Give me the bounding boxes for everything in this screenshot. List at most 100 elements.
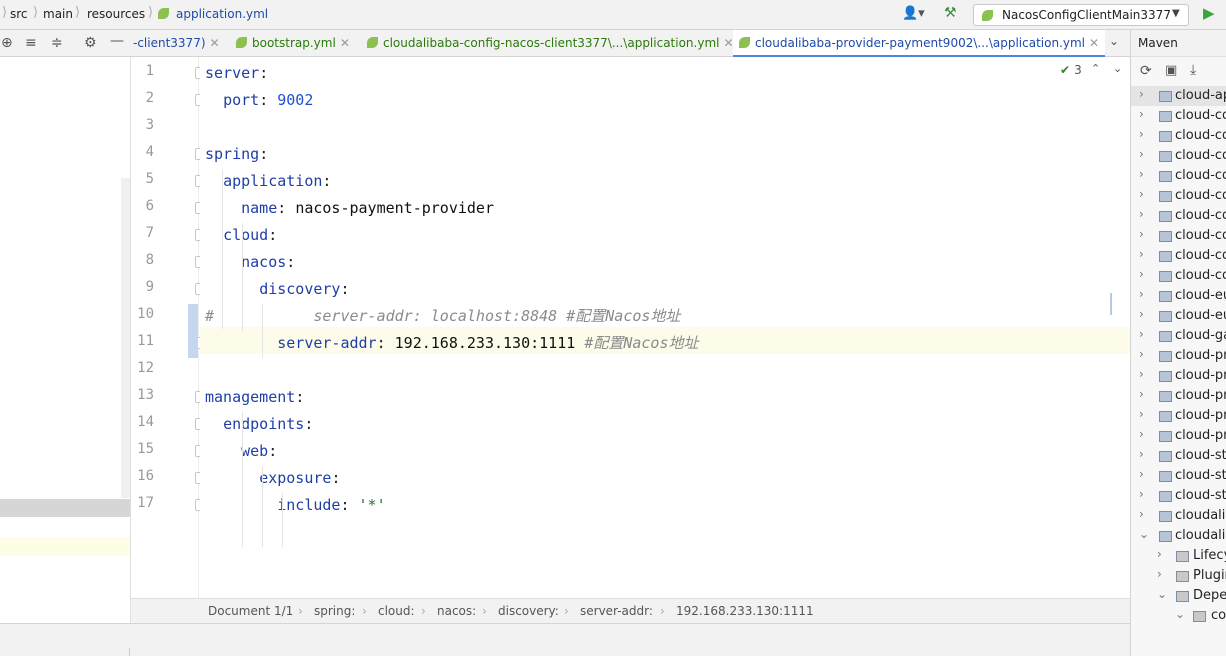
- maven-project-item[interactable]: › cloud-co: [1131, 166, 1226, 186]
- chevron-right-icon: ⟩: [148, 5, 154, 20]
- maven-project-item[interactable]: › cloud-str: [1131, 466, 1226, 486]
- chevron-right-icon[interactable]: ›: [1139, 367, 1144, 381]
- close-icon[interactable]: ✕: [1089, 36, 1099, 50]
- maven-project-item[interactable]: › cloud-pro: [1131, 366, 1226, 386]
- maven-project-item[interactable]: › cloudalib: [1131, 506, 1226, 526]
- maven-child-item[interactable]: › Lifecyc: [1131, 546, 1226, 566]
- maven-module-icon: [1159, 331, 1172, 342]
- maven-project-label: cloud-co: [1175, 208, 1226, 223]
- refresh-icon[interactable]: ⟳: [1140, 63, 1152, 79]
- run-config-select[interactable]: NacosConfigClientMain3377 ▼: [973, 4, 1189, 26]
- chevron-right-icon[interactable]: ›: [1139, 247, 1144, 261]
- maven-project-item[interactable]: › cloud-pro: [1131, 406, 1226, 426]
- chevron-down-icon[interactable]: ⌄: [1157, 587, 1167, 601]
- status-cloud[interactable]: cloud:: [378, 604, 415, 618]
- chevron-right-icon[interactable]: ›: [1139, 227, 1144, 241]
- indent-guide: [242, 412, 243, 547]
- maven-project-item[interactable]: › cloud-co: [1131, 126, 1226, 146]
- maven-module-icon: [1159, 91, 1172, 102]
- maven-project-item[interactable]: › cloud-str: [1131, 446, 1226, 466]
- next-highlight-icon[interactable]: ⌄: [1113, 62, 1122, 75]
- add-folder-icon[interactable]: ▣: [1165, 63, 1177, 78]
- maven-project-item[interactable]: › cloud-ap: [1131, 86, 1226, 106]
- chevron-right-icon[interactable]: ›: [1139, 287, 1144, 301]
- chevron-right-icon[interactable]: ›: [1139, 487, 1144, 501]
- maven-project-item[interactable]: › cloud-pro: [1131, 426, 1226, 446]
- maven-project-item[interactable]: › cloud-co: [1131, 146, 1226, 166]
- maven-project-item[interactable]: › cloud-pro: [1131, 346, 1226, 366]
- chevron-right-icon[interactable]: ›: [1157, 547, 1162, 561]
- chevron-right-icon[interactable]: ›: [1157, 567, 1162, 581]
- maven-project-item[interactable]: › cloud-eu: [1131, 286, 1226, 306]
- hide-icon[interactable]: —: [110, 33, 124, 49]
- chevron-right-icon[interactable]: ›: [1139, 307, 1144, 321]
- chevron-right-icon[interactable]: ›: [1139, 107, 1144, 121]
- prev-highlight-icon[interactable]: ⌃: [1091, 62, 1100, 75]
- breadcrumb-src[interactable]: src: [10, 7, 28, 21]
- tab-client3377[interactable]: -client3377) ✕: [131, 30, 220, 57]
- chevron-right-icon[interactable]: ›: [1139, 267, 1144, 281]
- breadcrumb-file[interactable]: application.yml: [176, 7, 268, 21]
- collapse-all-icon[interactable]: ≑: [51, 35, 63, 51]
- chevron-right-icon[interactable]: ›: [1139, 327, 1144, 341]
- chevron-right-icon[interactable]: ›: [1139, 387, 1144, 401]
- chevron-right-icon[interactable]: ›: [1139, 167, 1144, 181]
- gear-icon[interactable]: ⚙: [84, 35, 97, 51]
- close-icon[interactable]: ✕: [210, 36, 220, 50]
- chevron-down-icon[interactable]: ⌄: [1139, 527, 1149, 541]
- yaml-file-icon: [236, 37, 247, 48]
- maven-project-item[interactable]: › cloud-co: [1131, 266, 1226, 286]
- maven-project-item[interactable]: › cloud-pro: [1131, 386, 1226, 406]
- chevron-right-icon[interactable]: ›: [1139, 187, 1144, 201]
- tab-list-chevron-icon[interactable]: ⌄: [1109, 34, 1119, 48]
- maven-child-item[interactable]: › Plugin: [1131, 566, 1226, 586]
- status-spring[interactable]: spring:: [314, 604, 355, 618]
- maven-project-item[interactable]: › cloud-co: [1131, 246, 1226, 266]
- chevron-right-icon[interactable]: ›: [1139, 407, 1144, 421]
- locate-icon[interactable]: ⊕: [1, 35, 13, 51]
- tab-config-client-application[interactable]: cloudalibaba-config-nacos-client3377\...…: [367, 30, 734, 57]
- chevron-right-icon[interactable]: ›: [1139, 87, 1144, 101]
- status-document[interactable]: Document 1/1: [208, 604, 293, 618]
- run-icon[interactable]: ▶: [1203, 4, 1215, 22]
- line-number: 3: [145, 117, 154, 133]
- status-nacos[interactable]: nacos:: [437, 604, 476, 618]
- maven-project-item[interactable]: › cloud-co: [1131, 206, 1226, 226]
- code-editor[interactable]: ✔ 3 ⌃ ⌄ server: port: 9002 spring: applica…: [200, 57, 1130, 598]
- chevron-right-icon[interactable]: ›: [1139, 127, 1144, 141]
- build-hammer-icon[interactable]: ⚒: [944, 5, 957, 21]
- maven-project-item[interactable]: › cloud-eu: [1131, 306, 1226, 326]
- selected-row[interactable]: [0, 499, 130, 517]
- breadcrumb-resources[interactable]: resources: [87, 7, 145, 21]
- chevron-right-icon[interactable]: ›: [1139, 347, 1144, 361]
- download-icon[interactable]: ⤓: [1190, 62, 1196, 78]
- maven-project-item[interactable]: ⌄ cloudalib: [1131, 526, 1226, 546]
- status-discovery[interactable]: discovery:: [498, 604, 559, 618]
- chevron-right-icon[interactable]: ›: [1139, 507, 1144, 521]
- close-icon[interactable]: ✕: [340, 36, 350, 50]
- maven-project-item[interactable]: › cloud-co: [1131, 186, 1226, 206]
- chevron-right-icon[interactable]: ›: [1139, 427, 1144, 441]
- maven-module-icon: [1159, 271, 1172, 282]
- maven-project-item[interactable]: › cloud-str: [1131, 486, 1226, 506]
- maven-project-label: cloudalib: [1175, 528, 1226, 543]
- user-icon[interactable]: 👤▾: [902, 6, 925, 21]
- chevron-right-icon[interactable]: ›: [1139, 467, 1144, 481]
- chevron-right-icon[interactable]: ›: [1139, 447, 1144, 461]
- maven-child-item[interactable]: ⌄ Depen: [1131, 586, 1226, 606]
- chevron-right-icon[interactable]: ›: [1139, 147, 1144, 161]
- chevron-down-icon[interactable]: ⌄: [1175, 607, 1185, 621]
- maven-project-item[interactable]: › cloud-co: [1131, 106, 1226, 126]
- maven-project-item[interactable]: › cloud-ga: [1131, 326, 1226, 346]
- tab-bootstrap[interactable]: bootstrap.yml ✕: [236, 30, 350, 57]
- tab-provider-payment-application[interactable]: cloudalibaba-provider-payment9002\...\ap…: [733, 30, 1106, 57]
- chevron-right-icon[interactable]: ›: [1139, 207, 1144, 221]
- status-server-addr[interactable]: server-addr:: [580, 604, 653, 618]
- expand-all-icon[interactable]: ≡: [25, 35, 37, 51]
- breadcrumb-main[interactable]: main: [43, 7, 73, 21]
- maven-child-item[interactable]: ⌄ co: [1131, 606, 1226, 626]
- status-value[interactable]: 192.168.233.130:1111: [676, 604, 814, 618]
- maven-project-item[interactable]: › cloud-co: [1131, 226, 1226, 246]
- inspection-widget[interactable]: ✔ 3: [1060, 63, 1082, 77]
- scrollbar[interactable]: [121, 178, 130, 498]
